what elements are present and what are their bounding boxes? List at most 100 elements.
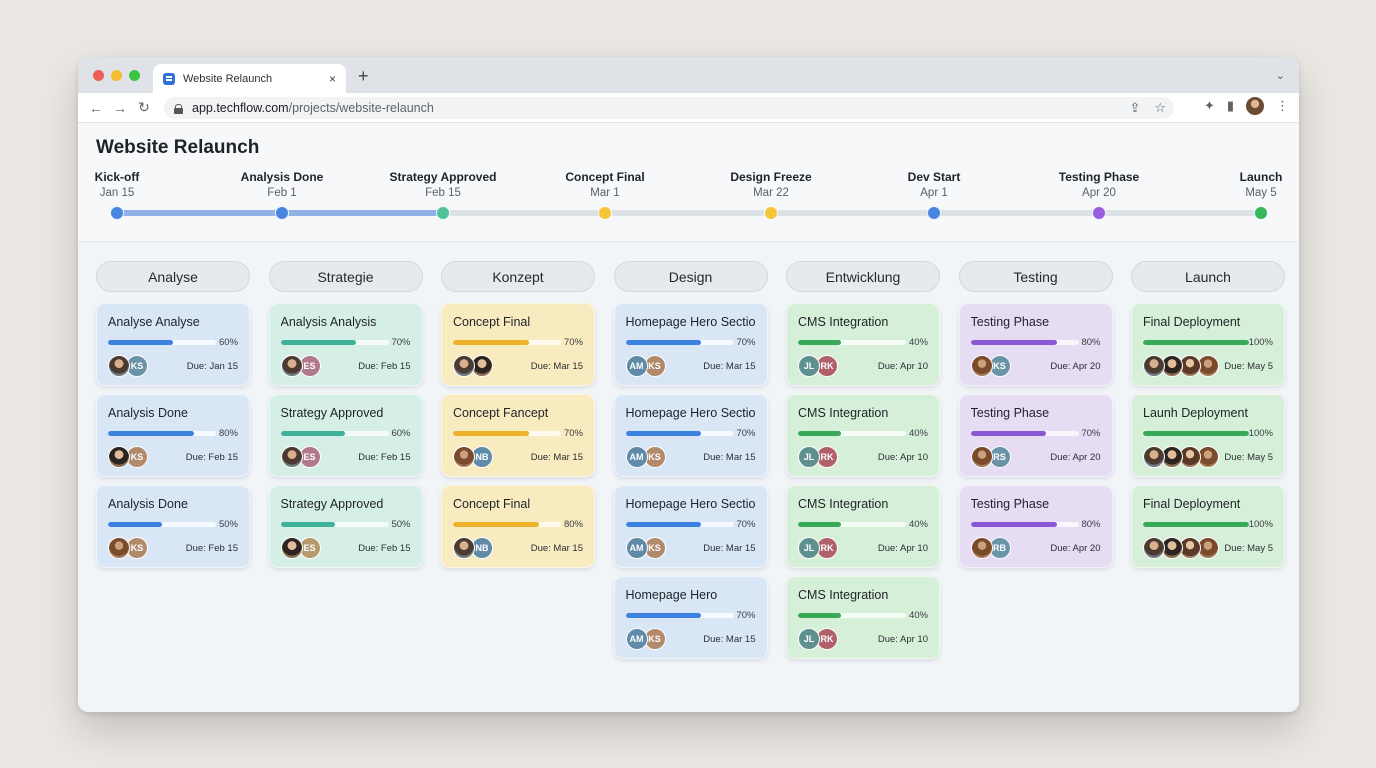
task-card[interactable]: Concept Fancept 70% NB Due: Mar 15 — [441, 394, 595, 477]
assignee-avatars: RS — [970, 446, 1011, 468]
assignee-avatar-photo[interactable] — [970, 446, 993, 468]
lock-icon[interactable] — [174, 103, 183, 114]
assignee-avatar-photo[interactable] — [280, 355, 303, 377]
milestone[interactable]: Analysis Done Feb 1 — [241, 170, 324, 199]
milestone-dot[interactable] — [927, 206, 941, 220]
milestone[interactable]: Testing Phase Apr 20 — [1059, 170, 1139, 199]
progress-row: 50% — [280, 519, 411, 530]
maximize-window-button[interactable] — [129, 70, 140, 81]
task-card[interactable]: Concept Final 80% NB Due: Mar 15 — [441, 485, 595, 568]
task-card[interactable]: Final Deployment 100% Due: May 5 — [1131, 485, 1285, 568]
milestone-dot[interactable] — [436, 206, 450, 220]
assignee-avatar-photo[interactable] — [280, 446, 303, 468]
reload-button[interactable]: ↻ — [132, 99, 156, 116]
milestone-dot[interactable] — [598, 206, 612, 220]
assignee-avatar-photo[interactable] — [108, 537, 130, 559]
column-header[interactable]: Strategie — [268, 261, 423, 292]
task-card[interactable]: CMS Integration 40% JL RK Due: Apr 10 — [786, 394, 940, 477]
task-card[interactable]: Homepage Hero Section 70% AM KS Due: Mar 15 — [613, 485, 768, 568]
assignee-avatar-photo[interactable] — [970, 537, 993, 559]
assignee-avatar-initials[interactable]: JL — [798, 446, 820, 468]
assignee-avatar-photo[interactable] — [108, 355, 130, 377]
milestone-dot[interactable] — [764, 206, 778, 220]
task-card[interactable]: Testing Phase 80% KS Due: Apr 20 — [958, 303, 1113, 386]
assignee-avatar-photo[interactable] — [108, 446, 130, 468]
task-card[interactable]: Analysis Done 80% KS Due: Feb 15 — [96, 394, 250, 477]
task-card[interactable]: Homepage Hero Section 70% AM KS Due: Mar 15 — [613, 303, 768, 386]
task-card[interactable]: Homepage Hero Section 70% AM KS Due: Mar 15 — [613, 394, 768, 477]
assignee-avatar-photo[interactable] — [970, 355, 993, 377]
milestone-dot[interactable] — [1092, 206, 1106, 220]
task-card[interactable]: Analysis Done 50% KS Due: Feb 15 — [96, 485, 250, 568]
close-window-button[interactable] — [93, 70, 104, 81]
progress-row: 70% — [625, 519, 756, 530]
task-card[interactable]: Analyse Analyse 60% KS Due: Jan 15 — [96, 303, 250, 386]
task-card[interactable]: Testing Phase 80% RB Due: Apr 20 — [958, 485, 1113, 568]
milestone[interactable]: Strategy Approved Feb 15 — [390, 170, 497, 199]
forward-button[interactable]: → — [108, 100, 132, 116]
task-card[interactable]: Homepage Hero 70% AM KS Due: Mar 15 — [613, 576, 768, 659]
side-panel-icon[interactable]: ▮ — [1227, 98, 1234, 114]
progress-percent: 70% — [563, 427, 583, 439]
assignee-avatars: ES — [280, 355, 321, 377]
assignee-avatar-photo[interactable] — [280, 537, 303, 559]
task-title: Analysis Done — [108, 406, 188, 420]
assignee-avatar-photo[interactable] — [453, 355, 475, 377]
assignee-avatar-initials[interactable]: AM — [625, 355, 648, 377]
task-card[interactable]: Concept Final 70% Due: Mar 15 — [441, 303, 595, 386]
column-header[interactable]: Analyse — [96, 261, 250, 292]
progress-bar — [453, 521, 561, 527]
task-title: CMS Integration — [798, 315, 889, 329]
task-card[interactable]: Analysis Analysis 70% ES Due: Feb 15 — [268, 303, 423, 386]
milestone[interactable]: Design Freeze Mar 22 — [730, 170, 811, 199]
extensions-icon[interactable]: ✦ — [1204, 98, 1215, 114]
assignee-avatar-initials[interactable]: AM — [625, 537, 648, 559]
due-date: Due: Apr 10 — [877, 360, 928, 372]
milestone-dot[interactable] — [1254, 206, 1268, 220]
milestone[interactable]: Launch May 5 — [1240, 170, 1283, 199]
back-button[interactable]: ← — [84, 100, 108, 116]
task-card[interactable]: Final Deployment 100% Due: May 5 — [1131, 303, 1285, 386]
assignee-avatar-initials[interactable]: AM — [625, 446, 648, 468]
address-bar[interactable]: app.techflow.com/projects/website-relaun… — [164, 97, 1174, 119]
assignee-avatar-photo[interactable] — [1143, 537, 1165, 559]
column-header[interactable]: Design — [613, 261, 768, 292]
task-card[interactable]: Strategy Approved 60% ES Due: Feb 15 — [268, 394, 423, 477]
task-card[interactable]: CMS Integration 40% JL RK Due: Apr 10 — [786, 576, 940, 659]
column-header[interactable]: Testing — [958, 261, 1113, 292]
milestone[interactable]: Concept Final Mar 1 — [565, 170, 644, 199]
milestone-dot[interactable] — [110, 206, 124, 220]
new-tab-button[interactable]: + — [358, 67, 369, 85]
browser-tab[interactable]: Website Relaunch × — [153, 64, 346, 93]
milestone-dot[interactable] — [275, 206, 289, 220]
assignee-avatar-photo[interactable] — [1143, 446, 1165, 468]
column-header[interactable]: Entwicklung — [786, 261, 940, 292]
task-card[interactable]: Testing Phase 70% RS Due: Apr 20 — [958, 394, 1113, 477]
tab-search-icon[interactable]: ⌄ — [1276, 69, 1285, 82]
assignee-avatar-initials[interactable]: JL — [798, 537, 820, 559]
more-menu-icon[interactable]: ⋮ — [1276, 98, 1289, 114]
assignee-avatar-photo[interactable] — [453, 446, 475, 468]
tab-close-icon[interactable]: × — [329, 72, 336, 86]
assignee-avatar-photo[interactable] — [453, 537, 475, 559]
progress-row: 80% — [453, 519, 583, 530]
milestone[interactable]: Dev Start Apr 1 — [908, 170, 961, 199]
task-card[interactable]: Strategy Approved 50% ES Due: Feb 15 — [268, 485, 423, 568]
assignee-avatar-initials[interactable]: JL — [798, 628, 820, 650]
assignee-avatar-photo[interactable] — [1143, 355, 1165, 377]
milestone[interactable]: Kick-off Jan 15 — [95, 170, 140, 199]
profile-avatar[interactable] — [1246, 97, 1264, 115]
assignee-avatar-initials[interactable]: JL — [798, 355, 820, 377]
board-column: Launch Final Deployment 100% Due: May 5 Laun… — [1131, 261, 1285, 667]
milestone-label: Testing Phase — [1058, 170, 1140, 184]
share-icon[interactable]: ⇪ — [1129, 100, 1140, 116]
task-card[interactable]: CMS Integration 40% JL RK Due: Apr 10 — [786, 485, 940, 568]
bookmark-star-icon[interactable]: ☆ — [1154, 100, 1166, 116]
minimize-window-button[interactable] — [111, 70, 122, 81]
progress-bar — [280, 339, 389, 345]
column-header[interactable]: Konzept — [441, 261, 595, 292]
column-header[interactable]: Launch — [1131, 261, 1285, 292]
assignee-avatar-initials[interactable]: AM — [625, 628, 648, 650]
task-card[interactable]: Launh Deployment 100% Due: May 5 — [1131, 394, 1285, 477]
task-card[interactable]: CMS Integration 40% JL RK Due: Apr 10 — [786, 303, 940, 386]
